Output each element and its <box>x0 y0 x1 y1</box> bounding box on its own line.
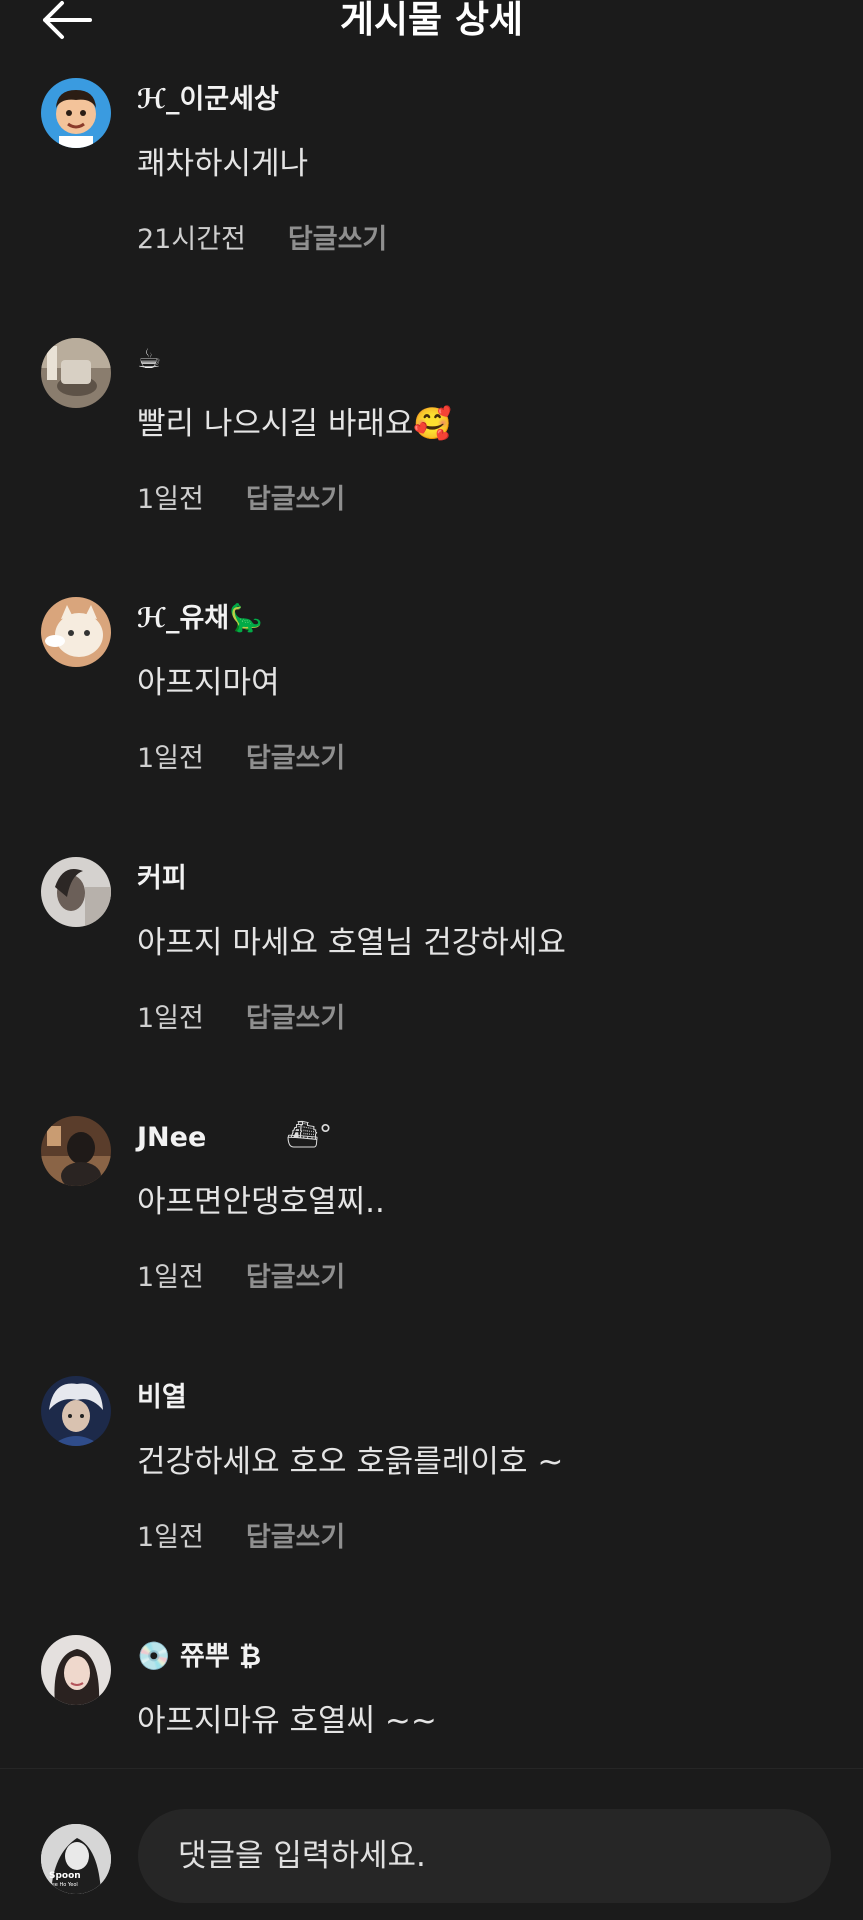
comment-text: 아프지마여 <box>137 665 280 701</box>
reply-button[interactable]: 답글쓰기 <box>246 1260 345 1296</box>
comment-text: 쾌차하시게나 <box>137 146 309 182</box>
comment-meta: 1일전 답글쓰기 <box>137 1520 345 1556</box>
page-title: 게시물 상세 <box>339 0 524 41</box>
avatar-spoon-text: Spoon <box>49 1871 81 1881</box>
reply-button[interactable]: 답글쓰기 <box>246 482 345 518</box>
avatar[interactable] <box>41 337 111 408</box>
comment-item: ℋ_이군세상 쾌차하시게나 21시간전 답글쓰기 <box>0 70 863 330</box>
comment-item: ☕ 빨리 나으시길 바래요🥰 1일전 답글쓰기 <box>0 330 863 590</box>
comment-input[interactable] <box>138 1809 831 1903</box>
comment-nickname[interactable]: ℋ_이군세상 <box>137 82 279 118</box>
avatar[interactable] <box>41 1635 111 1705</box>
comment-nickname[interactable]: 비열 <box>137 1380 187 1416</box>
comment-meta: 1일전 답글쓰기 <box>137 482 345 518</box>
comment-composer: Spoon Lee Ho Yeol <box>0 1768 863 1920</box>
comment-meta: 1일전 답글쓰기 <box>137 1001 345 1037</box>
comment-nickname[interactable]: JNee <box>137 1120 206 1156</box>
comment-nickname[interactable]: ℋ_유채🦕 <box>137 601 263 637</box>
comment-text: 아프지마유 호열씨 ~~ <box>137 1703 437 1739</box>
comment-time: 1일전 <box>137 743 204 774</box>
comment-item: JNee ⛴° 아프면안댕호열찌.. 1일전 답글쓰기 <box>0 1108 863 1368</box>
comment-text: 빨리 나으시길 바래요🥰 <box>137 405 452 442</box>
comment-item: 커피 아프지 마세요 호열님 건강하세요 1일전 답글쓰기 <box>0 849 863 1109</box>
ship-icon: ⛴° <box>286 1120 333 1150</box>
comment-time: 21시간전 <box>137 224 246 255</box>
comment-time: 1일전 <box>137 1521 204 1553</box>
avatar[interactable] <box>41 1116 111 1186</box>
reply-button[interactable]: 답글쓰기 <box>246 1520 345 1556</box>
comment-text: 건강하세요 호오 호읅를레이호 ~ <box>137 1443 564 1480</box>
avatar[interactable] <box>41 856 111 927</box>
reply-button[interactable]: 답글쓰기 <box>246 741 345 777</box>
comment-list: ℋ_이군세상 쾌차하시게나 21시간전 답글쓰기 ☕ 빨리 나으시길 바래요🥰 … <box>0 70 863 1887</box>
comment-meta: 21시간전 답글쓰기 <box>137 222 387 258</box>
reply-button[interactable]: 답글쓰기 <box>246 1001 345 1037</box>
comment-text: 아프면안댕호열찌.. <box>137 1184 385 1220</box>
comment-item: ℋ_유채🦕 아프지마여 1일전 답글쓰기 <box>0 589 863 849</box>
comment-time: 1일전 <box>137 483 204 515</box>
comment-meta: 1일전 답글쓰기 <box>137 741 345 777</box>
comment-nickname[interactable]: ☕ <box>137 342 161 378</box>
comment-time: 1일전 <box>137 1262 204 1293</box>
avatar[interactable] <box>41 78 111 148</box>
my-avatar[interactable]: Spoon Lee Ho Yeol <box>41 1824 111 1894</box>
avatar[interactable] <box>41 1375 111 1446</box>
avatar-name-text: Lee Ho Yeol <box>49 1882 78 1888</box>
reply-button[interactable]: 답글쓰기 <box>288 222 387 258</box>
comment-time: 1일전 <box>137 1002 204 1034</box>
comment-meta: 1일전 답글쓰기 <box>137 1260 345 1296</box>
comment-nickname[interactable]: 💿 쮸뿌 ₿ <box>137 1639 261 1675</box>
app-header: 게시물 상세 <box>0 0 863 60</box>
comment-text: 아프지 마세요 호열님 건강하세요 <box>137 924 566 961</box>
comment-item: 비열 건강하세요 호오 호읅를레이호 ~ 1일전 답글쓰기 <box>0 1368 863 1628</box>
avatar[interactable] <box>41 597 111 667</box>
comment-nickname[interactable]: 커피 <box>137 861 187 897</box>
